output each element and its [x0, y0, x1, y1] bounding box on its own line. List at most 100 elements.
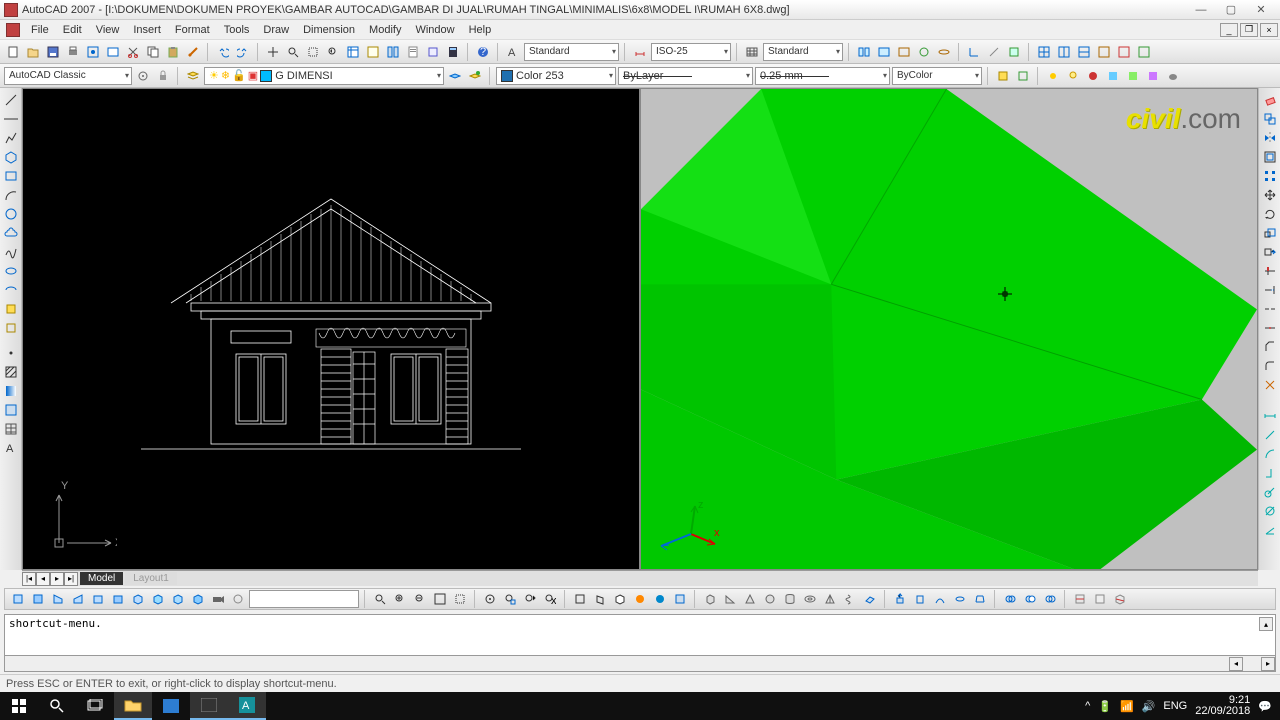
line-icon[interactable]: [2, 91, 19, 108]
named-views-icon[interactable]: [895, 43, 913, 61]
task-view-button[interactable]: [76, 692, 114, 720]
command-window[interactable]: shortcut-menu. ▴: [4, 614, 1276, 656]
zoom-obj-icon[interactable]: [501, 590, 519, 608]
offset-icon[interactable]: [1261, 148, 1278, 165]
vp-config2-icon[interactable]: [1055, 43, 1073, 61]
menu-format[interactable]: Format: [168, 22, 217, 38]
explode-icon[interactable]: [1261, 376, 1278, 393]
trim-icon[interactable]: [1261, 262, 1278, 279]
doc-control-icon[interactable]: [6, 23, 20, 37]
help-icon[interactable]: ?: [474, 43, 492, 61]
cone-icon[interactable]: [741, 590, 759, 608]
3dorbit-icon[interactable]: [915, 43, 933, 61]
viewport-single-icon[interactable]: [875, 43, 893, 61]
zoom-center-icon[interactable]: [481, 590, 499, 608]
zoom-rt-icon[interactable]: [371, 590, 389, 608]
view-right-icon[interactable]: [69, 590, 87, 608]
layer-prev-icon[interactable]: [446, 67, 464, 85]
menu-view[interactable]: View: [89, 22, 127, 38]
viewport-join-icon[interactable]: [855, 43, 873, 61]
tray-volume-icon[interactable]: 🔊: [1142, 700, 1156, 713]
scale-icon[interactable]: [1261, 224, 1278, 241]
spline-icon[interactable]: [2, 243, 19, 260]
tray-lang[interactable]: ENG: [1163, 700, 1187, 712]
rotate-icon[interactable]: [1261, 205, 1278, 222]
view-left-icon[interactable]: [49, 590, 67, 608]
pyramid-icon[interactable]: [821, 590, 839, 608]
tray-battery-icon[interactable]: 🔋: [1098, 700, 1112, 713]
xline-icon[interactable]: [2, 110, 19, 127]
vs-hidden-icon[interactable]: [611, 590, 629, 608]
zoom-dyn-icon[interactable]: [521, 590, 539, 608]
intersect-icon[interactable]: [1041, 590, 1059, 608]
tab-next[interactable]: ▸: [50, 572, 64, 586]
sheet-set-icon[interactable]: [404, 43, 422, 61]
slice-icon[interactable]: [1111, 590, 1129, 608]
undo-icon[interactable]: [214, 43, 232, 61]
ucs-face-icon[interactable]: [1005, 43, 1023, 61]
helix-icon[interactable]: [841, 590, 859, 608]
viewport-3d[interactable]: x z civil.com: [640, 88, 1258, 570]
cmd-scroll-left[interactable]: ◂: [1229, 657, 1243, 671]
linetype-dropdown[interactable]: ByLayer: [618, 67, 753, 85]
extend-icon[interactable]: [1261, 281, 1278, 298]
dim-arc-icon[interactable]: [1261, 445, 1278, 462]
doc-close[interactable]: ×: [1260, 23, 1278, 37]
menu-file[interactable]: File: [24, 22, 56, 38]
tray-wifi-icon[interactable]: 📶: [1120, 700, 1134, 713]
plotstyle-dropdown[interactable]: ByColor: [892, 67, 982, 85]
region-icon[interactable]: [2, 401, 19, 418]
layer-dropdown[interactable]: ☀❄🔓▣ G DIMENSI: [204, 67, 444, 85]
render-env-icon[interactable]: [1124, 67, 1142, 85]
menu-draw[interactable]: Draw: [256, 22, 296, 38]
sphere-icon[interactable]: [761, 590, 779, 608]
polygon-icon[interactable]: [2, 148, 19, 165]
vs-conceptual-icon[interactable]: [651, 590, 669, 608]
tab-prev[interactable]: ◂: [36, 572, 50, 586]
zoom-out-icon[interactable]: [411, 590, 429, 608]
insert-block-icon[interactable]: [2, 300, 19, 317]
render-map-icon[interactable]: [1104, 67, 1122, 85]
taskbar-app2[interactable]: [190, 692, 228, 720]
view-nw-iso-icon[interactable]: [189, 590, 207, 608]
chamfer-icon[interactable]: [1261, 338, 1278, 355]
cmd-scroll-right[interactable]: ▸: [1261, 657, 1275, 671]
vp-config5-icon[interactable]: [1115, 43, 1133, 61]
mtext-icon[interactable]: A: [2, 439, 19, 456]
menu-window[interactable]: Window: [408, 22, 461, 38]
taskbar-app1[interactable]: [152, 692, 190, 720]
subtract-icon[interactable]: [1021, 590, 1039, 608]
dim-ord-icon[interactable]: [1261, 464, 1278, 481]
new-icon[interactable]: [4, 43, 22, 61]
sweep-icon[interactable]: [931, 590, 949, 608]
view-sw-iso-icon[interactable]: [129, 590, 147, 608]
cylinder-icon[interactable]: [781, 590, 799, 608]
view-more-icon[interactable]: [229, 590, 247, 608]
menu-dimension[interactable]: Dimension: [296, 22, 362, 38]
tab-first[interactable]: |◂: [22, 572, 36, 586]
view-bottom-icon[interactable]: [29, 590, 47, 608]
vp-config6-icon[interactable]: [1135, 43, 1153, 61]
hatch-icon[interactable]: [2, 363, 19, 380]
copy-icon[interactable]: [144, 43, 162, 61]
make-block-icon[interactable]: [2, 319, 19, 336]
render-sun-icon[interactable]: [1044, 67, 1062, 85]
stretch-icon[interactable]: [1261, 243, 1278, 260]
revolve-icon[interactable]: [951, 590, 969, 608]
3dorbit-cont-icon[interactable]: [935, 43, 953, 61]
tray-chevron-icon[interactable]: ^: [1085, 700, 1090, 712]
tab-model[interactable]: Model: [80, 572, 123, 585]
erase-icon[interactable]: [1261, 91, 1278, 108]
box-icon[interactable]: [701, 590, 719, 608]
vs-manage-icon[interactable]: [671, 590, 689, 608]
zoom-window-icon[interactable]: [304, 43, 322, 61]
vs-realistic-icon[interactable]: [631, 590, 649, 608]
render-teapot-icon[interactable]: [1164, 67, 1182, 85]
section-icon[interactable]: [1071, 590, 1089, 608]
save-icon[interactable]: [44, 43, 62, 61]
minimize-button[interactable]: —: [1186, 1, 1216, 19]
presspull-icon[interactable]: [911, 590, 929, 608]
tool-palettes-icon[interactable]: [384, 43, 402, 61]
vp-config4-icon[interactable]: [1095, 43, 1113, 61]
table-icon[interactable]: [2, 420, 19, 437]
